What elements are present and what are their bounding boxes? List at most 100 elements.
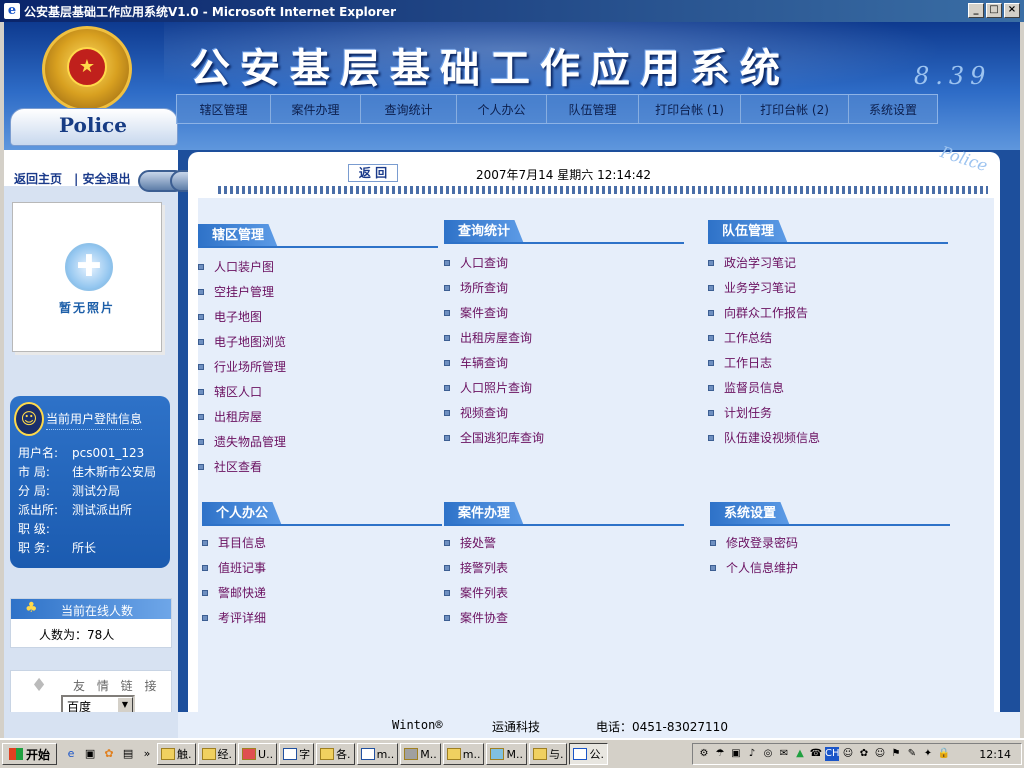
logout-link[interactable]: | 安全退出 [74, 170, 131, 187]
back-button[interactable]: 返 回 [348, 164, 398, 182]
tray-icon[interactable]: ◎ [761, 747, 775, 761]
menu-link[interactable]: 全国逃犯库查询 [444, 429, 544, 446]
taskbar-item[interactable]: 字 [279, 743, 315, 765]
current-datetime: 2007年7月14 星期六 12:14:42 [476, 168, 651, 182]
app-quicklaunch-icon[interactable]: ▤ [120, 746, 136, 762]
media-quicklaunch-icon[interactable]: ✿ [101, 746, 117, 762]
menu-link[interactable]: 个人信息维护 [710, 559, 798, 576]
ie-quicklaunch-icon[interactable]: e [63, 746, 79, 762]
home-link[interactable]: 返回主页 [14, 170, 62, 187]
tray-icon[interactable]: ✿ [857, 747, 871, 761]
user-info-row: 分 局: 测试分局 [18, 484, 121, 498]
menu-link[interactable]: 案件列表 [444, 584, 508, 601]
menu-link[interactable]: 队伍建设视频信息 [708, 429, 820, 446]
tray-icon[interactable]: ☎ [809, 747, 823, 761]
desktop-quicklaunch-icon[interactable]: ▣ [82, 746, 98, 762]
menu-link[interactable]: 遗失物品管理 [198, 433, 286, 450]
menu-link[interactable]: 修改登录密码 [710, 534, 798, 551]
menu-link[interactable]: 工作总结 [708, 329, 772, 346]
windows-logo-icon [9, 748, 23, 760]
system-tray: ⚙ ☂ ▣ ♪ ◎ ✉ ▲ ☎ CH ☺ ✿ ☺ ⚑ ✎ ✦ 🔒 12:14 [692, 743, 1022, 765]
menu-link[interactable]: 出租房屋 [198, 408, 262, 425]
maximize-button[interactable]: □ [986, 3, 1002, 18]
menu-link[interactable]: 车辆查询 [444, 354, 508, 371]
menu-link[interactable]: 警邮快递 [202, 584, 266, 601]
menu-link[interactable]: 电子地图 [198, 308, 262, 325]
taskbar-item[interactable]: M.. [400, 743, 441, 765]
close-button[interactable]: × [1004, 3, 1020, 18]
menu-link[interactable]: 向群众工作报告 [708, 304, 808, 321]
menu-link[interactable]: 电子地图浏览 [198, 333, 286, 350]
tray-icon[interactable]: ▲ [793, 747, 807, 761]
nav-team[interactable]: 队伍管理 [547, 95, 639, 123]
nav-print-2[interactable]: 打印台帐 (2) [741, 95, 849, 123]
tray-icon[interactable]: ✉ [777, 747, 791, 761]
menu-link[interactable]: 辖区人口 [198, 383, 262, 400]
menu-link[interactable]: 案件查询 [444, 304, 508, 321]
menu-link[interactable]: 考评详细 [202, 609, 266, 626]
taskbar-item[interactable]: 各. [316, 743, 355, 765]
online-title: 当前在线人数 [61, 604, 134, 618]
menu-link[interactable]: 案件协查 [444, 609, 508, 626]
nav-personal[interactable]: 个人办公 [457, 95, 547, 123]
taskbar-item[interactable]: M.. [486, 743, 527, 765]
menu-link[interactable]: 人口查询 [444, 254, 508, 271]
online-users-panel: ♣ 当前在线人数 人数为：78人 [10, 598, 172, 648]
nav-settings[interactable]: 系统设置 [849, 95, 937, 123]
menu-link[interactable]: 人口照片查询 [444, 379, 532, 396]
police-emblem-icon: ★ [42, 26, 132, 112]
menu-link[interactable]: 耳目信息 [202, 534, 266, 551]
tray-icon[interactable]: ✦ [921, 747, 935, 761]
user-info-row: 派出所: 测试派出所 [18, 503, 133, 517]
menu-link[interactable]: 政治学习笔记 [708, 254, 796, 271]
menu-link[interactable]: 空挂户管理 [198, 283, 274, 300]
more-chevron-icon[interactable]: » [139, 746, 155, 762]
site-header: ★ Police 公安基层基础工作应用系统 8.39 辖区管理 案件办理 查询统… [4, 22, 1020, 150]
menu-link[interactable]: 接警列表 [444, 559, 508, 576]
window-titlebar: e 公安基层基础工作应用系统V1.0 - Microsoft Internet … [0, 0, 1024, 22]
menu-link[interactable]: 工作日志 [708, 354, 772, 371]
online-count: 人数为：78人 [39, 628, 115, 642]
minimize-button[interactable]: _ [968, 3, 984, 18]
tray-icon[interactable]: ♪ [745, 747, 759, 761]
taskbar-item[interactable]: m.. [442, 743, 485, 765]
menu-link[interactable]: 人口装户图 [198, 258, 274, 275]
tray-icon[interactable]: ☺ [841, 747, 855, 761]
section-title: 队伍管理 [708, 220, 789, 244]
user-info-row: 市 局: 佳木斯市公安局 [18, 465, 157, 479]
tray-icon[interactable]: ⚙ [697, 747, 711, 761]
dropdown-arrow-icon[interactable]: ▼ [117, 697, 133, 713]
police-badge: Police [10, 108, 178, 146]
menu-link[interactable]: 视频查询 [444, 404, 508, 421]
nav-cases[interactable]: 案件办理 [271, 95, 361, 123]
menu-link[interactable]: 社区查看 [198, 458, 262, 475]
taskbar-item[interactable]: m.. [356, 743, 399, 765]
menu-link[interactable]: 计划任务 [708, 404, 772, 421]
tray-icon[interactable]: CH [825, 747, 840, 761]
taskbar-item[interactable]: 触. [157, 743, 196, 765]
menu-link[interactable]: 值班记事 [202, 559, 266, 576]
tray-icon[interactable]: ▣ [729, 747, 743, 761]
nav-print-1[interactable]: 打印台帐 (1) [639, 95, 741, 123]
lock-icon[interactable]: 🔒 [937, 747, 951, 761]
nav-query[interactable]: 查询统计 [361, 95, 457, 123]
menu-link[interactable]: 业务学习笔记 [708, 279, 796, 296]
section-title: 查询统计 [444, 220, 525, 244]
nav-jurisdiction[interactable]: 辖区管理 [177, 95, 271, 123]
taskbar-item[interactable]: 与. [528, 743, 568, 765]
taskbar-item[interactable]: 经. [197, 743, 237, 765]
taskbar-item-active[interactable]: 公. [569, 743, 608, 765]
footer-phone: 电话：0451-83027110 [596, 720, 728, 734]
tray-icon[interactable]: ✎ [905, 747, 919, 761]
menu-link[interactable]: 场所查询 [444, 279, 508, 296]
taskbar-item[interactable]: U.. [238, 743, 278, 765]
tray-icon[interactable]: ⚑ [889, 747, 903, 761]
menu-link[interactable]: 行业场所管理 [198, 358, 286, 375]
menu-link[interactable]: 出租房屋查询 [444, 329, 532, 346]
tray-icon[interactable]: ☺ [873, 747, 887, 761]
tray-icon[interactable]: ☂ [713, 747, 727, 761]
handshake-icon: ♦ [31, 675, 48, 696]
menu-link[interactable]: 监督员信息 [708, 379, 784, 396]
menu-link[interactable]: 接处警 [444, 534, 496, 551]
start-button[interactable]: 开始 [2, 743, 58, 765]
